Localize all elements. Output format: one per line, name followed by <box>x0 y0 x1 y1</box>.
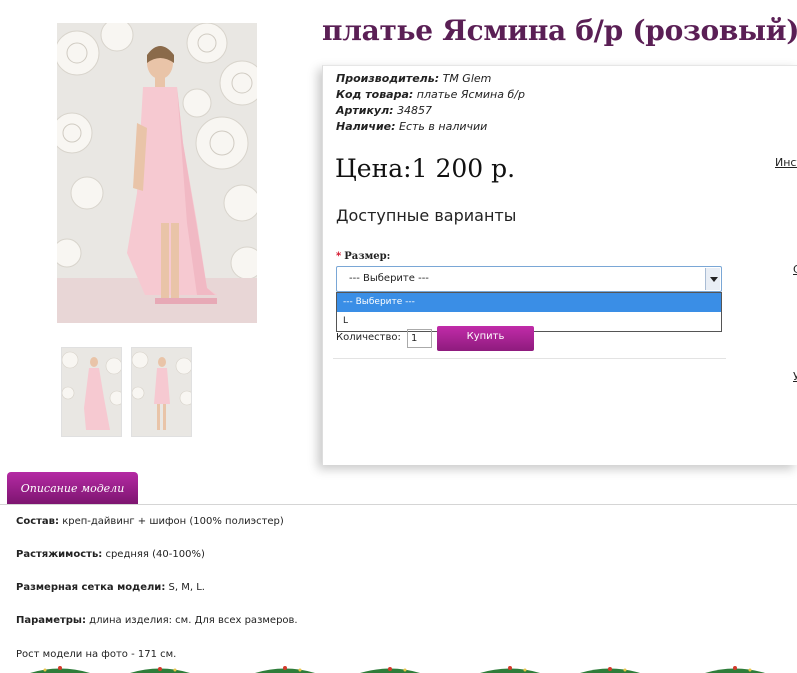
side-link[interactable]: У <box>793 370 797 383</box>
product-title: платье Ясмина б/р (розовый) <box>322 14 797 47</box>
tab-divider <box>0 504 797 505</box>
info-availability: Наличие: Есть в наличии <box>336 120 488 133</box>
product-info-list: Производитель: ТМ Glem Код товара: плать… <box>336 71 525 135</box>
garland-decoration <box>30 666 765 673</box>
info-manufacturer: Производитель: ТМ Glem <box>336 72 492 85</box>
description-line: Растяжимость: средняя (40-100%) <box>16 549 205 560</box>
required-mark: * <box>336 251 342 262</box>
info-article: Артикул: 34857 <box>336 104 433 117</box>
size-option-placeholder[interactable]: --- Выберите --- <box>337 293 721 312</box>
product-info-panel: Производитель: ТМ Glem Код товара: плать… <box>322 65 797 465</box>
product-main-photo[interactable] <box>57 23 257 323</box>
description-line: Размерная сетка модели: S, M, L. <box>16 582 205 593</box>
description-line: Состав: креп-дайвинг + шифон (100% полиэ… <box>16 516 284 527</box>
variants-heading: Доступные варианты <box>336 206 517 225</box>
description-line: Параметры: длина изделия: см. Для всех р… <box>16 615 298 626</box>
product-price: Цена:1 200 р. <box>335 154 516 183</box>
size-select[interactable]: --- Выберите --- <box>336 266 722 292</box>
description-line: Рост модели на фото - 171 см. <box>16 649 177 660</box>
tab-description[interactable]: Описание модели <box>7 472 138 504</box>
chevron-down-icon[interactable] <box>705 268 720 290</box>
side-link[interactable]: С <box>793 263 797 276</box>
divider <box>333 358 726 359</box>
size-select-value: --- Выберите --- <box>349 273 429 284</box>
info-product-code: Код товара: платье Ясмина б/р <box>336 88 525 101</box>
quantity-label: Количество: <box>336 332 401 343</box>
size-label: * Размер: <box>336 251 391 262</box>
buy-button[interactable]: Купить <box>437 326 534 351</box>
product-thumbnail[interactable] <box>61 347 122 437</box>
side-link[interactable]: Инст <box>775 156 797 169</box>
product-thumbnail[interactable] <box>131 347 192 437</box>
quantity-input[interactable]: 1 <box>407 329 432 348</box>
